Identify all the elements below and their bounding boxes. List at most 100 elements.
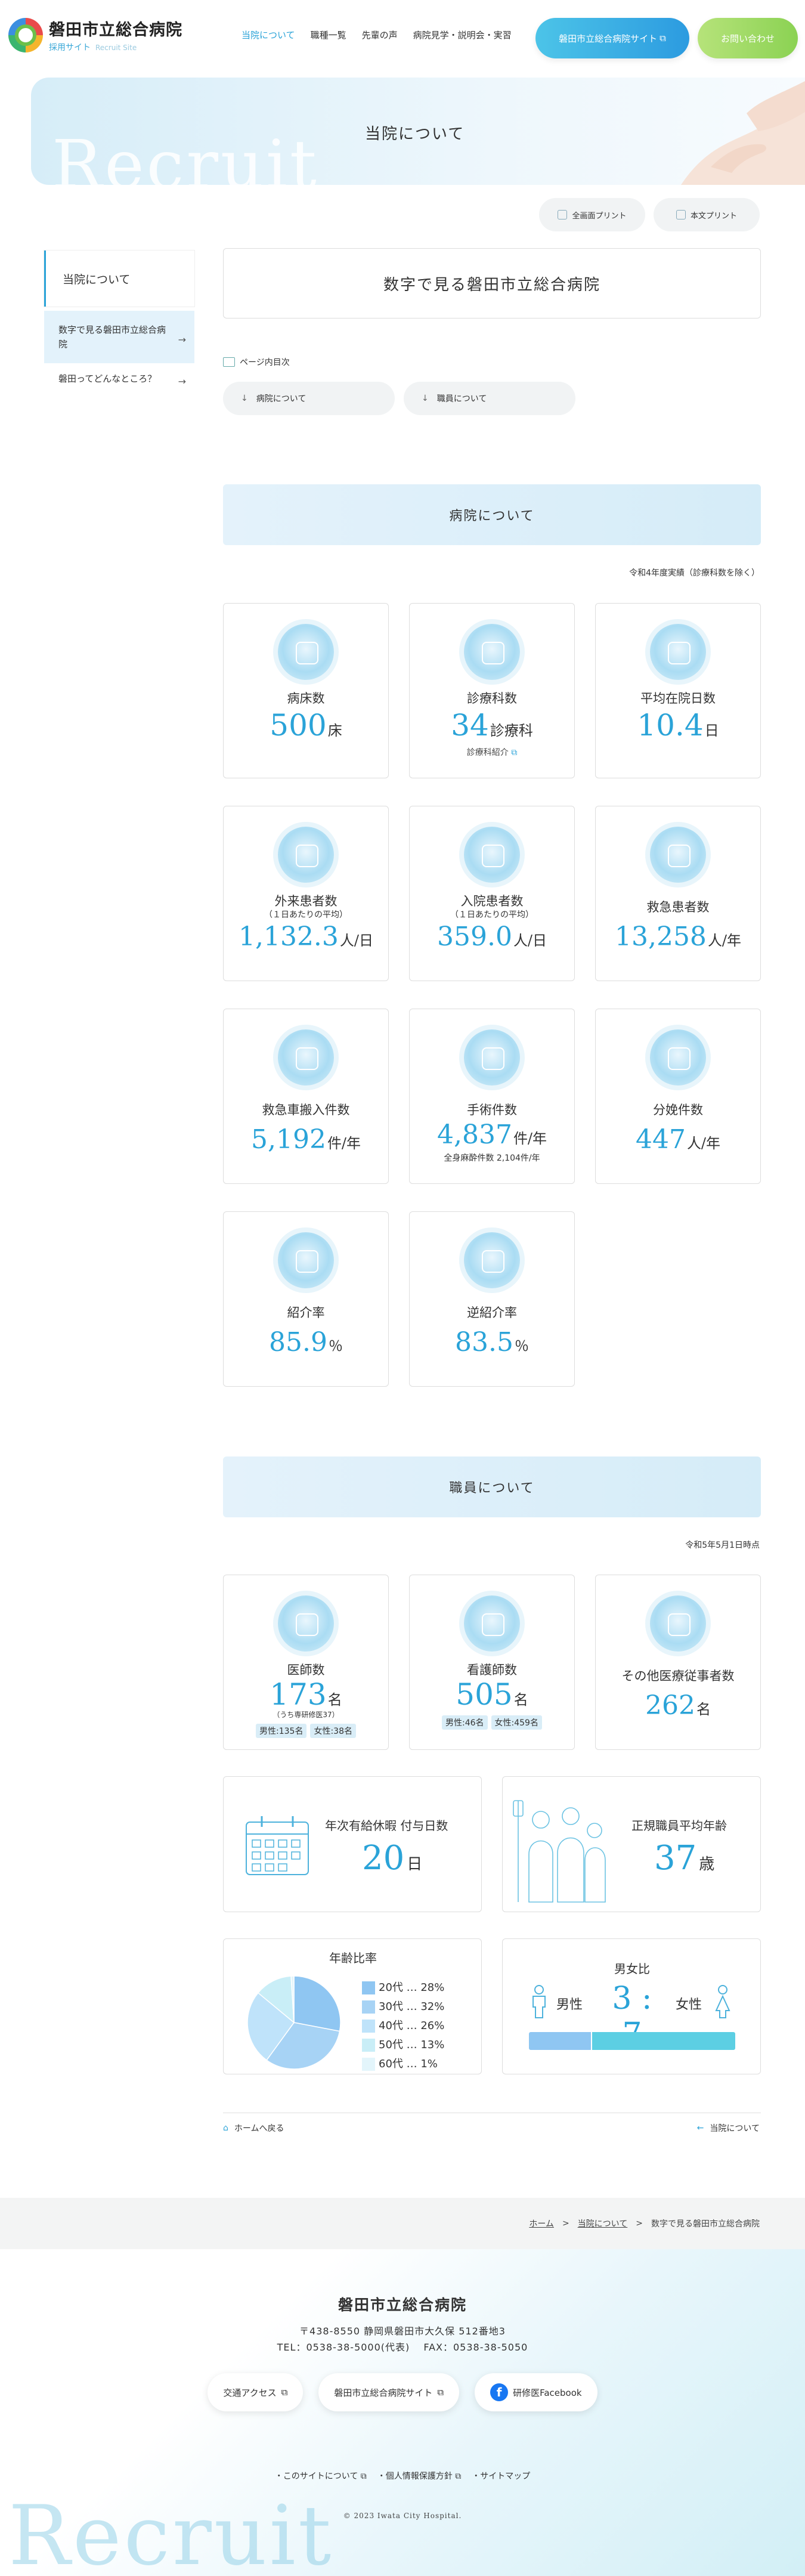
stat-label: 病床数 bbox=[287, 691, 325, 706]
footer-link-sitemap[interactable]: ・サイトマップ bbox=[472, 2470, 530, 2482]
stat-unit: 件/年 bbox=[327, 1135, 361, 1152]
doctor-icon bbox=[278, 1595, 334, 1652]
toc-link-label: 病院について bbox=[256, 394, 306, 404]
footer-hospital-name: 磐田市立総合病院 bbox=[338, 2296, 467, 2314]
facebook-icon: f bbox=[490, 2383, 509, 2402]
legend-label: 20代 … 28% bbox=[379, 1981, 445, 1994]
stat-card-inpatients: 入院患者数 （１日あたりの平均） 359.0人/日 bbox=[409, 806, 575, 981]
section-heading-staff: 職員について bbox=[223, 1456, 761, 1517]
footer-link-label: サイトマップ bbox=[480, 2472, 531, 2482]
back-to-parent-link[interactable]: ← 当院について bbox=[697, 2122, 760, 2134]
calendar-bed-icon bbox=[650, 624, 706, 680]
stat-card-beds: 病床数 500床 bbox=[223, 603, 389, 778]
female-icon bbox=[715, 1985, 730, 2018]
sidebar-heading[interactable]: 当院について bbox=[44, 251, 194, 307]
stat-unit: 人/年 bbox=[707, 932, 742, 950]
stat-label: 紹介率 bbox=[287, 1306, 325, 1320]
footer-link-privacy[interactable]: ・個人情報保護方針 ⧉ bbox=[377, 2470, 461, 2482]
stat-card-nurses: 看護師数 505名 男性:46名 女性:459名 bbox=[409, 1575, 575, 1750]
sidebar-item-label: 磐田ってどんなところ？ bbox=[58, 373, 157, 384]
stat-label: その他医療従事者数 bbox=[621, 1669, 735, 1683]
legend-label: 30代 … 32% bbox=[379, 2000, 445, 2013]
hospital-site-button[interactable]: 磐田市立総合病院サイト ⧉ bbox=[535, 18, 689, 58]
legend-label: 50代 … 13% bbox=[379, 2039, 445, 2051]
page-hero: Recruit 当院について bbox=[31, 78, 805, 185]
site-header: 磐田市立総合病院 採用サイト Recruit Site 当院について 職種一覧 先… bbox=[0, 0, 805, 78]
logo-subtitle-en: Recruit Site bbox=[95, 44, 137, 52]
breadcrumb-home[interactable]: ホーム bbox=[529, 2218, 554, 2229]
male-count-chip: 男性:135名 bbox=[256, 1723, 307, 1738]
nav-about[interactable]: 当院について bbox=[242, 29, 295, 41]
average-age-label: 正規職員平均年齢 bbox=[631, 1819, 727, 1833]
paid-leave-value: 20 bbox=[362, 1839, 405, 1878]
legend-swatch bbox=[362, 2020, 375, 2033]
toc-link-hospital[interactable]: ↓ 病院について bbox=[223, 382, 395, 415]
arrow-left-icon: ← bbox=[696, 2123, 704, 2133]
section-heading-hospital: 病院について bbox=[223, 484, 761, 545]
footer-address: 〒438-8550 静岡県磐田市大久保 512番地3 bbox=[299, 2325, 506, 2337]
age-ratio-legend: 20代 … 28% 30代 … 32% 40代 … 26% 50代 … 13% 60代 … bbox=[362, 1978, 444, 2074]
female-label: 女性 bbox=[676, 1997, 702, 2012]
legend-swatch bbox=[362, 2058, 375, 2071]
back-to-home-link[interactable]: ⌂ ホームへ戻る bbox=[223, 2122, 284, 2134]
stat-value: 34 bbox=[451, 708, 489, 743]
footer-link-label: 個人情報保護方針 bbox=[385, 2472, 453, 2482]
departments-link[interactable]: 診療科紹介 ⧉ bbox=[410, 746, 574, 758]
site-logo[interactable]: 磐田市立総合病院 採用サイト Recruit Site bbox=[8, 17, 182, 53]
page-title: 数字で見る磐田市立総合病院 bbox=[223, 248, 761, 318]
footer-link-about-site[interactable]: ・このサイトについて ⧉ bbox=[275, 2470, 367, 2482]
arrow-down-icon: ↓ bbox=[422, 394, 429, 403]
stat-note: （うち専研修医37） bbox=[273, 1711, 339, 1720]
footer-hospital-site-button[interactable]: 磐田市立総合病院サイト ⧉ bbox=[318, 2373, 460, 2412]
home-icon: ⌂ bbox=[223, 2123, 228, 2133]
stat-unit: 人/日 bbox=[513, 932, 547, 950]
average-age-unit: 歳 bbox=[699, 1856, 715, 1873]
stat-unit: 人/日 bbox=[339, 932, 374, 950]
age-ratio-card: 年齢比率 20代 … 28% 30代 … 32% 40代 … 26% 50代 … 13… bbox=[223, 1938, 482, 2074]
nav-jobs[interactable]: 職種一覧 bbox=[311, 29, 346, 41]
gender-ratio-title: 男女比 bbox=[614, 1962, 650, 1976]
breadcrumb-separator: > bbox=[636, 2219, 643, 2228]
sidebar-item-iwata[interactable]: 磐田ってどんなところ？ → bbox=[44, 358, 194, 400]
toc-link-staff[interactable]: ↓ 職員について bbox=[404, 382, 575, 415]
ambulance-icon bbox=[278, 1029, 334, 1086]
legend-swatch bbox=[362, 1981, 375, 1994]
stat-card-referral: 紹介率 85.9％ bbox=[223, 1211, 389, 1387]
stat-unit: 名 bbox=[327, 1691, 342, 1709]
breadcrumb-parent[interactable]: 当院について bbox=[578, 2218, 628, 2229]
stat-label: 外来患者数 bbox=[274, 894, 338, 908]
stat-value: 85.9 bbox=[269, 1327, 327, 1358]
stat-label: 救急患者数 bbox=[646, 900, 710, 914]
stat-card-other-staff: その他医療従事者数 262名 bbox=[595, 1575, 761, 1750]
list-icon bbox=[223, 357, 235, 367]
stat-card-departments: 診療科数 34診療科 診療科紹介 ⧉ bbox=[409, 603, 575, 778]
age-ratio-pie-chart bbox=[247, 1975, 341, 2070]
stat-value: 173 bbox=[270, 1677, 327, 1712]
nav-voices[interactable]: 先輩の声 bbox=[362, 29, 398, 41]
stat-unit: ％ bbox=[328, 1338, 343, 1355]
contact-button[interactable]: お問い合わせ bbox=[698, 18, 798, 58]
stat-unit: 日 bbox=[704, 722, 719, 740]
female-count-chip: 女性:38名 bbox=[310, 1723, 356, 1738]
stat-card-deliveries: 分娩件数 447人/年 bbox=[595, 1009, 761, 1184]
stat-value: 505 bbox=[456, 1677, 513, 1712]
nav-tour[interactable]: 病院見学・説明会・実習 bbox=[413, 29, 512, 41]
print-body-button[interactable]: 本文プリント bbox=[654, 198, 760, 231]
heartbeat-icon bbox=[650, 827, 706, 883]
referral-arrow-up-icon bbox=[464, 1232, 520, 1288]
stat-value: 4,837 bbox=[436, 1120, 512, 1151]
departments-link-label: 診療科紹介 bbox=[466, 748, 509, 758]
facebook-button-label: 研修医Facebook bbox=[513, 2387, 582, 2398]
hospital-note: 令和4年度実績（診療科数を除く） bbox=[629, 568, 760, 578]
stat-card-avg-stay: 平均在院日数 10.4日 bbox=[595, 603, 761, 778]
document-icon bbox=[676, 210, 686, 219]
legend-item: 20代 … 28% bbox=[362, 1978, 444, 1997]
stat-sub-note: 全身麻酔件数 2,104件/年 bbox=[444, 1154, 540, 1164]
hands-image bbox=[681, 81, 805, 185]
access-button[interactable]: 交通アクセス ⧉ bbox=[208, 2373, 304, 2412]
sidebar-item-numbers[interactable]: 数字で見る磐田市立総合病院 → bbox=[44, 311, 194, 363]
facebook-button[interactable]: f 研修医Facebook bbox=[475, 2373, 597, 2412]
print-all-button[interactable]: 全画面プリント bbox=[539, 198, 645, 231]
stat-card-paid-leave: 年次有給休暇 付与日数 20 日 bbox=[223, 1776, 482, 1912]
stat-value: 447 bbox=[635, 1124, 686, 1155]
